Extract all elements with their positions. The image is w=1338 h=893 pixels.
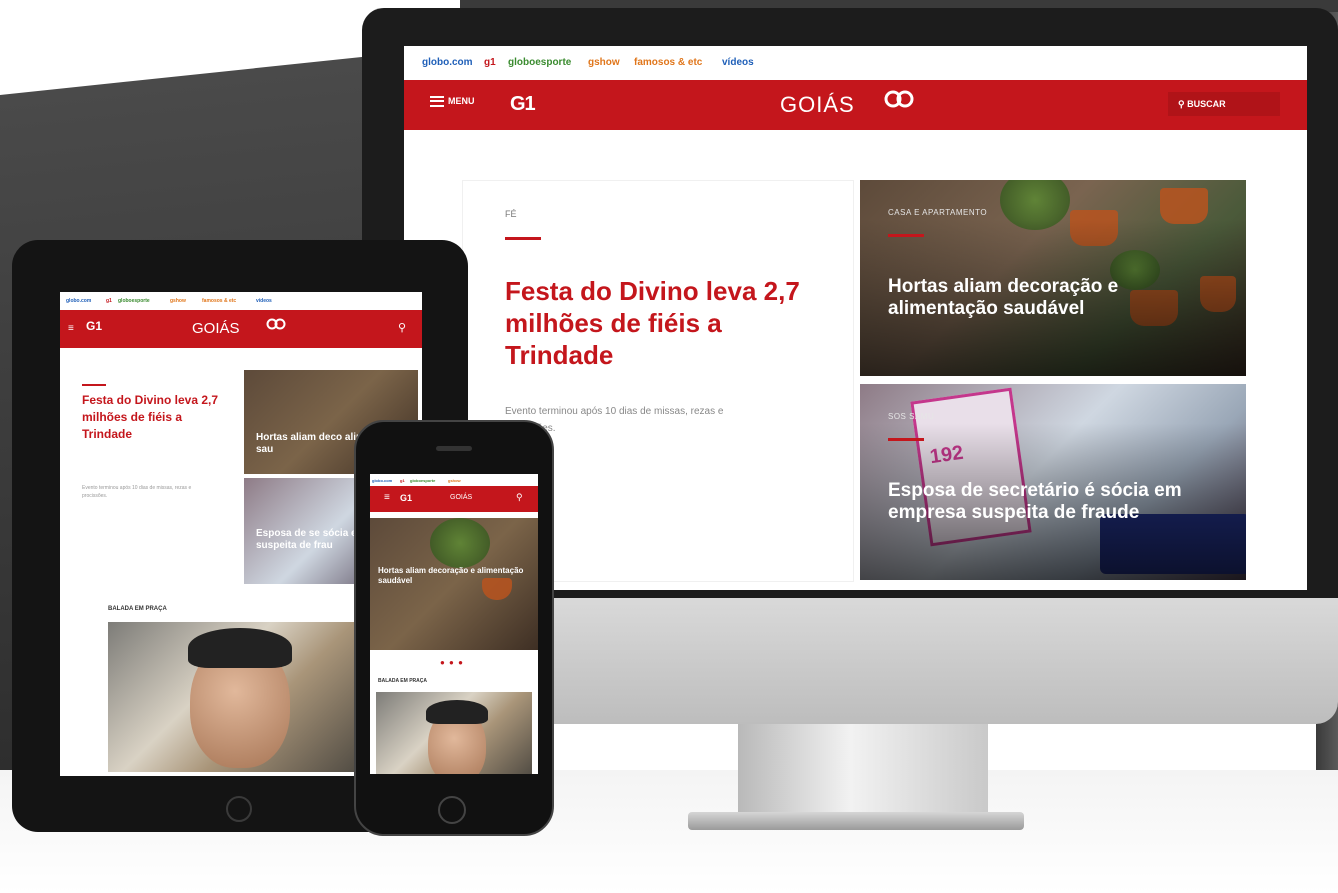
topbar-link-gshow[interactable]: gshow (448, 478, 461, 483)
phone-site: globo.com g1 globoesporte gshow ≡ G1 GOI… (370, 474, 538, 774)
card-headline[interactable]: Hortas aliam decoração e alimentação sau… (888, 276, 1188, 320)
hamburger-icon (430, 96, 444, 108)
lead-headline[interactable]: Festa do Divino leva 2,7 milhões de fiéi… (82, 392, 232, 443)
tablet-home-button (226, 796, 252, 822)
search-icon: ⚲ (1178, 99, 1188, 109)
card-headline[interactable]: Hortas aliam decoração e alimentação sau… (378, 566, 528, 586)
region-title: GOIÁS (192, 320, 240, 337)
site-header: MENU G1 GOIÁS ⚲ BUSCAR (404, 80, 1307, 130)
menu-label: MENU (448, 96, 475, 106)
search-button[interactable]: ⚲ BUSCAR (1168, 92, 1280, 116)
card-section-label: SOS SAMU (888, 412, 935, 421)
lead-summary: Evento terminou após 10 dias de missas, … (82, 485, 192, 499)
story-card-samu[interactable]: 192 SOS SAMU Esposa de secretário é sóci… (860, 384, 1246, 580)
section-rule (505, 237, 541, 240)
menu-button[interactable]: MENU (430, 96, 475, 108)
tv-logo (265, 318, 287, 333)
phone-speaker (436, 446, 472, 451)
plant-image (430, 518, 490, 568)
menu-icon[interactable]: ≡ (384, 492, 390, 503)
search-label: BUSCAR (1187, 99, 1226, 109)
topbar-link-globo[interactable]: globo.com (422, 57, 473, 68)
topbar-link-globoesporte[interactable]: globoesporte (118, 298, 150, 304)
phone-home-button (438, 796, 466, 824)
tablet-header: ≡ G1 GOIÁS ⚲ (60, 310, 422, 348)
menu-icon[interactable]: ≡ (68, 323, 74, 334)
topbar-link-famosos[interactable]: famosos & etc (202, 298, 236, 304)
section-rule (888, 234, 924, 237)
globo-tv-icon (884, 90, 914, 108)
topbar-link-g1[interactable]: g1 (484, 57, 496, 68)
region-title: GOIÁS (780, 92, 855, 117)
hair-image (188, 628, 292, 668)
video-thumbnail[interactable] (376, 692, 532, 774)
globo-tv-icon (266, 318, 286, 330)
hair-image (426, 700, 488, 724)
search-icon[interactable]: ⚲ (516, 492, 523, 503)
story-card-hortas[interactable]: CASA E APARTAMENTO Hortas aliam decoraçã… (860, 180, 1246, 376)
topbar-link-g1[interactable]: g1 (106, 298, 112, 304)
tv-anhanguera-logo (882, 90, 918, 118)
monitor-stand (738, 724, 988, 816)
g1-logo[interactable]: G1 (86, 319, 102, 333)
topbar-link-globoesporte[interactable]: globoesporte (508, 57, 571, 68)
lead-headline[interactable]: Festa do Divino leva 2,7 milhões de fiéi… (505, 275, 805, 371)
topbar-link-g1[interactable]: g1 (400, 478, 405, 483)
g1-logo[interactable]: G1 (510, 93, 536, 116)
lead-section-label: FÉ (505, 209, 517, 219)
topbar-link-videos[interactable]: vídeos (256, 298, 272, 304)
topbar-link-globo[interactable]: globo.com (372, 478, 392, 483)
section-rule (888, 438, 924, 441)
monitor-stand-base (688, 812, 1024, 830)
search-icon[interactable]: ⚲ (398, 321, 406, 334)
video-section-label: BALADA EM PRAÇA (378, 678, 427, 684)
topbar-link-globoesporte[interactable]: globoesporte (410, 478, 435, 483)
topbar-link-videos[interactable]: vídeos (722, 57, 754, 68)
region-title: GOIÁS (450, 494, 473, 501)
tablet-topbar: globo.com g1 globoesporte gshow famosos … (60, 292, 422, 311)
video-thumbnail[interactable] (108, 622, 368, 772)
card-headline[interactable]: Esposa de secretário é sócia em empresa … (888, 480, 1188, 524)
card-section-label: CASA E APARTAMENTO (888, 208, 988, 217)
g1-logo[interactable]: G1 (400, 493, 412, 503)
globo-topbar: globo.com g1 globoesporte gshow famosos … (404, 46, 1307, 81)
carousel-dots[interactable]: ● ● ● (440, 658, 464, 667)
topbar-link-globo[interactable]: globo.com (66, 298, 91, 304)
topbar-link-gshow[interactable]: gshow (588, 57, 620, 68)
topbar-link-famosos[interactable]: famosos & etc (634, 57, 702, 68)
topbar-link-gshow[interactable]: gshow (170, 298, 186, 304)
video-section-label: BALADA EM PRAÇA (108, 606, 167, 612)
headline-grid: FÉ Festa do Divino leva 2,7 milhões de f… (462, 180, 1248, 582)
phone-header: ≡ G1 GOIÁS ⚲ (370, 486, 538, 512)
section-rule (82, 384, 106, 386)
